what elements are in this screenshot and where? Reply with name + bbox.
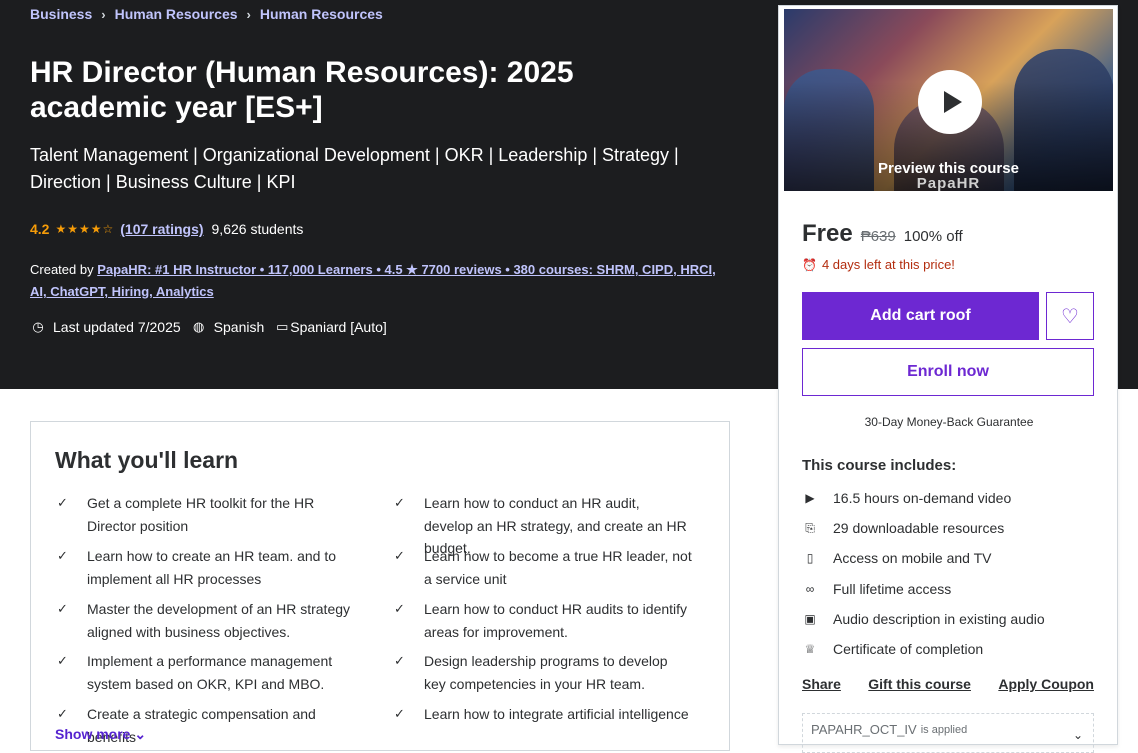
mobile-icon: ▯ — [806, 551, 814, 565]
breadcrumb: Business › Human Resources › Human Resou… — [30, 6, 383, 22]
check-icon: ✓ — [394, 601, 405, 616]
last-updated: ◷ Last updated 7/2025 — [30, 319, 181, 335]
includes-item: ⎘ 29 downloadable resources — [802, 520, 1004, 536]
course-meta: ◷ Last updated 7/2025 ◍ Spanish ▭ Spania… — [30, 319, 397, 335]
check-icon: ✓ — [57, 601, 68, 616]
alert-clock-icon: ◷ — [32, 319, 44, 334]
learn-item: ✓ Learn how to create an HR team. and to … — [55, 545, 355, 590]
show-more-button[interactable]: Show more ⌄ — [55, 726, 146, 743]
captions-text: Spaniard [Auto] — [290, 319, 387, 335]
course-preview[interactable]: Preview this course PapaHR — [783, 8, 1114, 192]
share-button[interactable]: Share — [802, 676, 841, 692]
gift-course-button[interactable]: Gift this course — [868, 676, 971, 692]
what-youll-learn: What you'll learn ✓ Get a complete HR too… — [30, 421, 730, 751]
learn-item: ✓ Learn how to integrate artificial intel… — [392, 703, 692, 726]
check-icon: ✓ — [394, 653, 405, 668]
learn-item-text: Master the development of an HR strategy… — [87, 601, 351, 640]
includes-item-text: Access on mobile and TV — [833, 550, 992, 566]
coupon-applied[interactable]: PAPAHR_OCT_IV is applied ⌄ — [802, 713, 1094, 753]
discount-percent: 100% off — [903, 228, 963, 245]
learn-item: ✓ Design leadership programs to develop k… — [392, 650, 692, 695]
students-count: 9,626 students — [211, 221, 304, 237]
breadcrumb-human-resources[interactable]: Human Resources — [115, 6, 238, 22]
purchase-sidebar: Preview this course PapaHR Free ₱639 100… — [778, 5, 1118, 753]
brand-watermark: PapaHR — [916, 175, 981, 192]
learn-item-text: Implement a performance management syste… — [87, 653, 333, 692]
created-by-label: Created by — [30, 262, 94, 277]
check-icon: ✓ — [57, 548, 68, 563]
includes-title: This course includes: — [802, 457, 957, 474]
breadcrumb-business[interactable]: Business — [30, 6, 92, 22]
language: ◍ Spanish — [191, 319, 265, 335]
check-icon: ✓ — [394, 548, 405, 563]
price-timer: ⏰ 4 days left at this price! — [802, 257, 955, 272]
rating-value: 4.2 — [30, 221, 50, 237]
price-row: Free ₱639 100% off — [802, 220, 963, 248]
learn-item-text: Learn how to conduct HR audits to identi… — [424, 601, 688, 640]
learn-title: What you'll learn — [55, 447, 239, 473]
video-icon: ▶ — [805, 491, 815, 505]
audio-description-icon: ▣ — [804, 612, 816, 626]
last-updated-text: Last updated 7/2025 — [53, 319, 181, 335]
includes-item: ♕ Certificate of completion — [802, 641, 984, 657]
includes-item: ▯ Access on mobile and TV — [802, 550, 992, 566]
heart-icon: ♡ — [1061, 305, 1079, 328]
chevron-down-icon[interactable]: ⌄ — [1073, 728, 1083, 742]
breadcrumb-human-resources-topic[interactable]: Human Resources — [260, 6, 383, 22]
learn-item: ✓ Implement a performance management syst… — [55, 650, 355, 695]
learn-item-text: Learn how to integrate artificial intell… — [424, 706, 689, 722]
check-icon: ✓ — [57, 706, 68, 721]
includes-item: ▣ Audio description in existing audio — [802, 611, 1045, 627]
check-icon: ✓ — [394, 706, 405, 721]
rating-row: 4.2 ★★★★☆ (107 ratings) 9,626 students — [30, 221, 303, 237]
learn-item-text: Learn how to create an HR team. and to i… — [87, 548, 337, 587]
learn-item: ✓ Master the development of an HR strateg… — [55, 598, 355, 643]
learn-item-text: Get a complete HR toolkit for the HR Dir… — [87, 495, 315, 534]
apply-coupon-button[interactable]: Apply Coupon — [998, 676, 1094, 692]
includes-item: ▶ 16.5 hours on-demand video — [802, 490, 1011, 506]
course-subtitle: Talent Management | Organizational Devel… — [30, 145, 679, 192]
wishlist-button[interactable]: ♡ — [1046, 292, 1094, 340]
chevron-right-icon: › — [246, 6, 251, 22]
file-download-icon: ⎘ — [805, 520, 815, 535]
current-price: Free — [802, 220, 853, 247]
star-rating-icon: ★★★★☆ — [55, 222, 115, 236]
timer-text: 4 days left at this price! — [821, 257, 955, 272]
sidebar-links: Share Gift this course Apply Coupon — [802, 676, 1094, 692]
includes-item-text: Audio description in existing audio — [833, 611, 1045, 627]
captions-icon: ▭ — [276, 319, 289, 334]
page-title: HR Director (Human Resources): 2025 acad… — [30, 56, 574, 124]
coupon-status: is applied — [920, 724, 968, 736]
learn-item-text: Design leadership programs to develop ke… — [424, 653, 668, 692]
captions: ▭ Spaniard [Auto] — [274, 319, 387, 335]
trophy-icon: ♕ — [804, 642, 816, 656]
play-icon — [943, 91, 962, 113]
coupon-code: PAPAHR_OCT_IV — [811, 722, 917, 737]
learn-item-text: Learn how to become a true HR leader, no… — [424, 548, 692, 587]
check-icon: ✓ — [57, 495, 68, 510]
includes-item-text: Full lifetime access — [833, 581, 952, 597]
includes-item-text: Certificate of completion — [833, 641, 984, 657]
includes-item: ∞ Full lifetime access — [802, 581, 952, 597]
includes-item-text: 16.5 hours on-demand video — [833, 490, 1012, 506]
learn-item: ✓ Learn how to become a true HR leader, n… — [392, 545, 692, 590]
chevron-right-icon: › — [101, 6, 106, 22]
add-to-cart-button[interactable]: Add cart roof — [802, 292, 1039, 340]
globe-icon: ◍ — [193, 319, 205, 334]
original-price: ₱639 — [860, 228, 896, 245]
learn-item: ✓ Learn how to conduct HR audits to ident… — [392, 598, 692, 643]
check-icon: ✓ — [394, 495, 405, 510]
alarm-clock-icon: ⏰ — [802, 257, 817, 272]
infinity-icon: ∞ — [805, 582, 815, 596]
check-icon: ✓ — [57, 653, 68, 668]
play-button[interactable] — [918, 70, 982, 134]
created-by: Created by PapaHR: #1 HR Instructor • 11… — [30, 259, 730, 303]
includes-item-text: 29 downloadable resources — [833, 520, 1005, 536]
instructor-link[interactable]: PapaHR: #1 HR Instructor • 117,000 Learn… — [30, 262, 716, 299]
money-back-guarantee: 30-Day Money-Back Guarantee — [864, 415, 1034, 429]
enroll-now-button[interactable]: Enroll now — [802, 348, 1094, 396]
ratings-link[interactable]: (107 ratings) — [120, 221, 203, 237]
learn-item: ✓ Get a complete HR toolkit for the HR Di… — [55, 492, 355, 537]
language-text: Spanish — [213, 319, 265, 335]
